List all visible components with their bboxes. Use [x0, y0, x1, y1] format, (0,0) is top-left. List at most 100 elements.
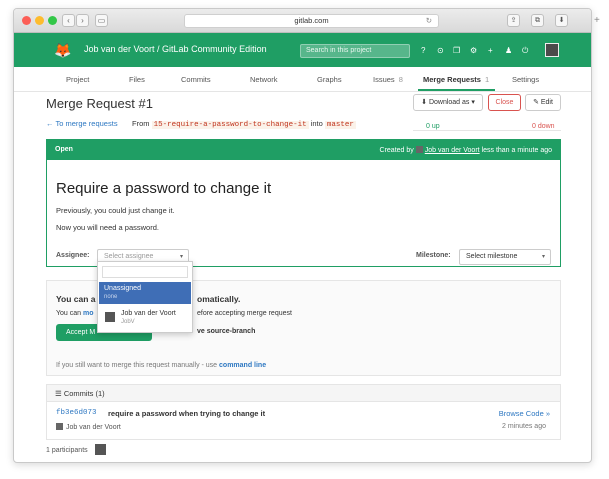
minimize-window-button[interactable] [35, 16, 44, 25]
status-badge: Open [55, 146, 73, 153]
browser-window: ‹ › ▭ gitlab.com ↻ ⇪ ⧉ ⬇ 🦊 Job van der V… [13, 8, 592, 463]
url-text: gitlab.com [294, 16, 329, 25]
user-option-avatar [105, 312, 115, 322]
snippets-icon[interactable]: ❐ [453, 46, 460, 56]
dropdown-search-input[interactable] [102, 266, 188, 278]
merge-title-end: omatically. [197, 294, 241, 304]
commit-author-avatar [56, 423, 63, 430]
author-link[interactable]: Job van der Voort [425, 147, 480, 154]
created-info: Created by Job van der Voort less than a… [380, 146, 552, 154]
tab-merge-requests-label: Merge Requests [423, 75, 481, 84]
merge-title-start: You can a [56, 294, 96, 304]
zoom-window-button[interactable] [48, 16, 57, 25]
participant-avatar[interactable] [95, 444, 106, 455]
participants-count: 1 participants [46, 447, 88, 454]
download-icon[interactable]: ⬇ [555, 14, 568, 27]
search-input[interactable]: Search in this project [300, 44, 410, 58]
download-as-button[interactable]: ⬇ Download as ▾ [413, 94, 483, 111]
commit-author: Job van der Voort [56, 423, 121, 431]
commit-message[interactable]: require a password when trying to change… [108, 409, 265, 418]
manual-merge-info: If you still want to merge this request … [56, 362, 266, 369]
tab-commits[interactable]: Commits [181, 75, 211, 84]
commits-title: Commits (1) [63, 389, 105, 398]
created-time: less than a minute ago [481, 147, 552, 154]
edit-label: Edit [540, 99, 553, 106]
into-label: into [310, 119, 323, 128]
created-prefix: Created by [379, 147, 414, 154]
author-avatar [415, 146, 423, 153]
active-tab-indicator [418, 89, 495, 91]
assignee-label: Assignee: [56, 252, 90, 259]
option-user-name: Job van der Voort [121, 310, 176, 317]
address-bar[interactable]: gitlab.com ↻ [184, 14, 439, 28]
commits-header[interactable]: ☰ Commits (1) [47, 385, 560, 402]
page-title: Merge Request #1 [46, 96, 153, 111]
gitlab-logo-icon[interactable]: 🦊 [54, 41, 72, 59]
assignee-placeholder: Select assignee [104, 253, 154, 260]
forward-icon[interactable]: › [76, 14, 89, 27]
source-branch: 15-require-a-password-to-change-it [151, 121, 309, 129]
dropdown-option-user[interactable]: Job van der Voort JobV [99, 307, 191, 329]
dropdown-option-unassigned[interactable]: Unassigned none [99, 282, 191, 304]
option-name: Unassigned [104, 285, 141, 292]
project-title[interactable]: Job van der Voort / GitLab Community Edi… [84, 44, 267, 54]
merge-request-box: Open Created by Job van der Voort less t… [46, 139, 561, 267]
merge-requests-count: 1 [484, 75, 490, 84]
close-button[interactable]: Close [488, 94, 521, 111]
download-as-label: Download as [428, 99, 470, 106]
assignee-dropdown: Unassigned none Job van der Voort JobV [97, 261, 193, 333]
sidebar-icon[interactable]: ▭ [95, 14, 108, 27]
admin-icon[interactable]: ⚙ [470, 46, 477, 56]
user-avatar[interactable] [545, 43, 559, 57]
browse-code-link[interactable]: Browse Code » [499, 409, 550, 418]
modify-link[interactable]: mo [83, 310, 94, 317]
tabs-icon[interactable]: ⧉ [531, 14, 544, 27]
logout-icon[interactable]: ⏻ [522, 46, 528, 56]
milestone-label: Milestone: [416, 252, 451, 259]
target-branch: master [324, 121, 356, 129]
command-line-link[interactable]: command line [219, 362, 266, 369]
votes-divider [413, 130, 561, 131]
back-to-merge-requests-link[interactable]: ← To merge requests [46, 119, 118, 128]
new-tab-button[interactable]: + [594, 15, 600, 26]
tab-files[interactable]: Files [129, 75, 145, 84]
commits-box: ☰ Commits (1) fb3e6d073 require a passwo… [46, 384, 561, 440]
list-icon: ☰ [55, 389, 62, 398]
tab-graphs[interactable]: Graphs [317, 75, 342, 84]
branch-info: From 15-require-a-password-to-change-it … [132, 119, 356, 129]
profile-settings-icon[interactable]: ♟ [505, 46, 512, 56]
tab-issues[interactable]: Issues 8 [373, 75, 403, 84]
back-label: To merge requests [55, 119, 118, 128]
from-label: From [132, 119, 150, 128]
commit-author-name: Job van der Voort [66, 424, 121, 431]
new-project-icon[interactable]: + [488, 46, 493, 56]
tab-settings[interactable]: Settings [512, 75, 539, 84]
merge-info-start: You can mo [56, 310, 94, 317]
project-subnav: Project Files Commits Network Graphs Iss… [14, 67, 591, 92]
milestone-placeholder: Select milestone [466, 253, 518, 260]
commit-sha-link[interactable]: fb3e6d073 [56, 409, 97, 417]
gitlab-header: 🦊 Job van der Voort / GitLab Community E… [14, 33, 591, 67]
back-icon[interactable]: ‹ [62, 14, 75, 27]
share-icon[interactable]: ⇪ [507, 14, 520, 27]
option-sub: none [104, 294, 118, 300]
merge-info-text: You can [56, 310, 82, 317]
upvote-count: 0 up [426, 123, 440, 130]
tab-project[interactable]: Project [66, 75, 89, 84]
edit-button[interactable]: ✎ Edit [525, 94, 561, 111]
chevron-down-icon: ▾ [541, 254, 545, 260]
remove-source-branch-checkbox[interactable]: ve source-branch [197, 328, 255, 335]
milestone-select[interactable]: Select milestone ▾ [459, 249, 551, 265]
downvote-count: 0 down [532, 123, 555, 130]
refresh-icon[interactable]: ↻ [426, 15, 432, 27]
merge-request-header: Open Created by Job van der Voort less t… [47, 140, 560, 160]
help-icon[interactable]: ? [421, 46, 425, 56]
tab-merge-requests[interactable]: Merge Requests 1 [423, 75, 489, 84]
description-line-2: Now you will need a password. [56, 223, 159, 232]
close-window-button[interactable] [22, 16, 31, 25]
tab-network[interactable]: Network [250, 75, 278, 84]
merge-info-end: efore accepting merge request [197, 310, 292, 317]
explore-icon[interactable]: ⊙ [437, 46, 444, 56]
option-user-handle: JobV [121, 319, 135, 325]
tab-issues-label: Issues [373, 75, 395, 84]
